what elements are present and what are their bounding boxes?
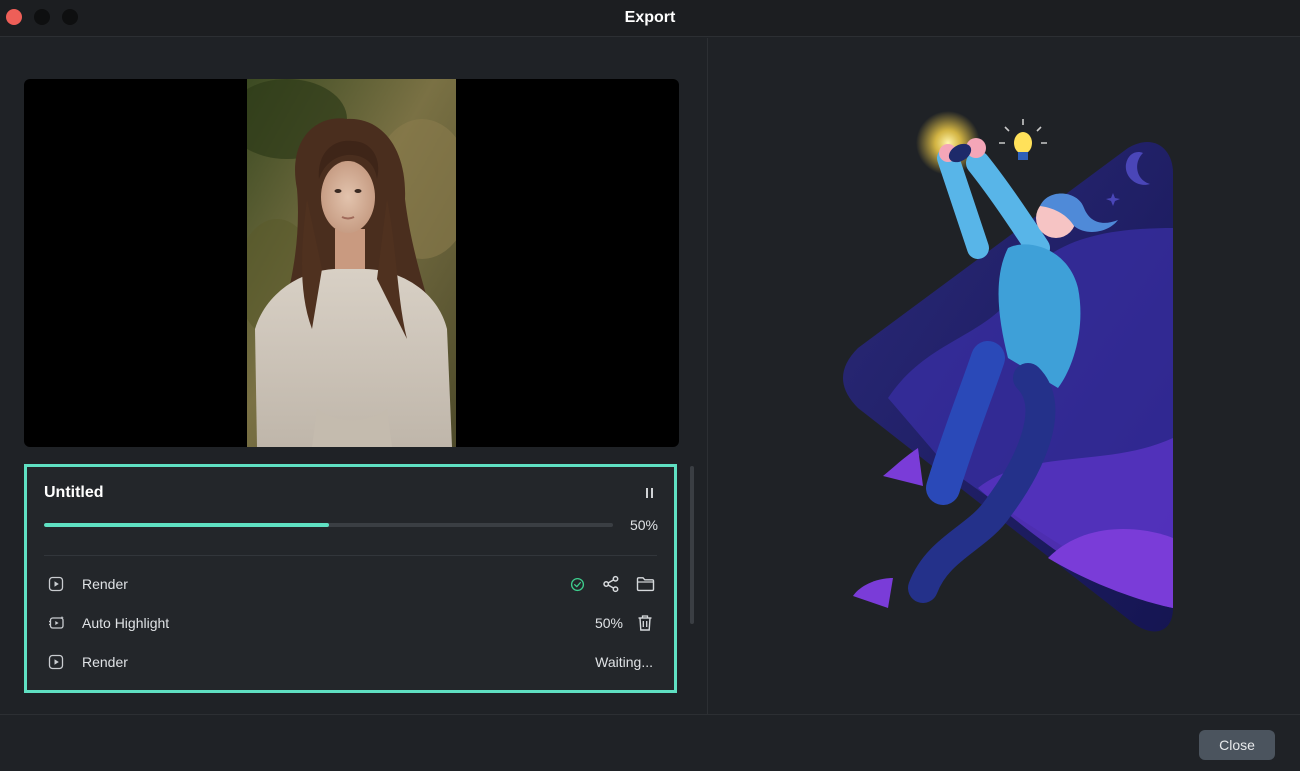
task-progress-percent: 50%	[629, 517, 658, 533]
pause-icon	[645, 488, 648, 498]
left-panel: Untitled 50% Render Auto Highlight 50% R…	[0, 38, 707, 714]
step-label: Render	[82, 576, 128, 592]
step-row-render-waiting: Render Waiting...	[44, 650, 657, 674]
card-divider	[44, 555, 657, 556]
step-row-auto-highlight: Auto Highlight 50%	[44, 611, 657, 635]
export-illustration	[843, 111, 1173, 632]
footer-bar: Close	[0, 714, 1300, 771]
folder-icon	[636, 577, 654, 592]
export-window: Export Untitled 50% Render Auto Highligh…	[0, 0, 1300, 771]
task-title: Untitled	[44, 484, 104, 501]
video-preview	[24, 79, 679, 447]
check-circle-icon	[565, 572, 589, 596]
task-progress-bar	[44, 523, 613, 527]
step-label: Render	[82, 654, 128, 670]
preview-frame-image	[247, 79, 456, 447]
window-title: Export	[624, 9, 676, 26]
share-icon	[603, 575, 619, 593]
auto-highlight-icon	[48, 615, 70, 631]
step-status: Waiting...	[595, 654, 653, 670]
open-folder-button[interactable]	[633, 572, 657, 596]
trash-icon	[638, 615, 652, 631]
step-status: 50%	[594, 615, 623, 631]
task-progress-fill	[44, 523, 329, 527]
close-button[interactable]: Close	[1199, 730, 1275, 760]
share-button[interactable]	[599, 572, 623, 596]
play-square-icon	[48, 576, 70, 592]
export-task-card: Untitled 50% Render Auto Highlight 50% R…	[24, 464, 677, 693]
delete-button[interactable]	[633, 611, 657, 635]
step-row-render-done: Render	[44, 572, 657, 596]
step-label: Auto Highlight	[82, 615, 170, 631]
right-panel	[708, 38, 1300, 714]
pause-button[interactable]	[641, 485, 657, 501]
task-list-scrollbar[interactable]	[690, 466, 694, 624]
title-bar: Export	[0, 0, 1300, 37]
play-square-icon	[48, 654, 70, 670]
